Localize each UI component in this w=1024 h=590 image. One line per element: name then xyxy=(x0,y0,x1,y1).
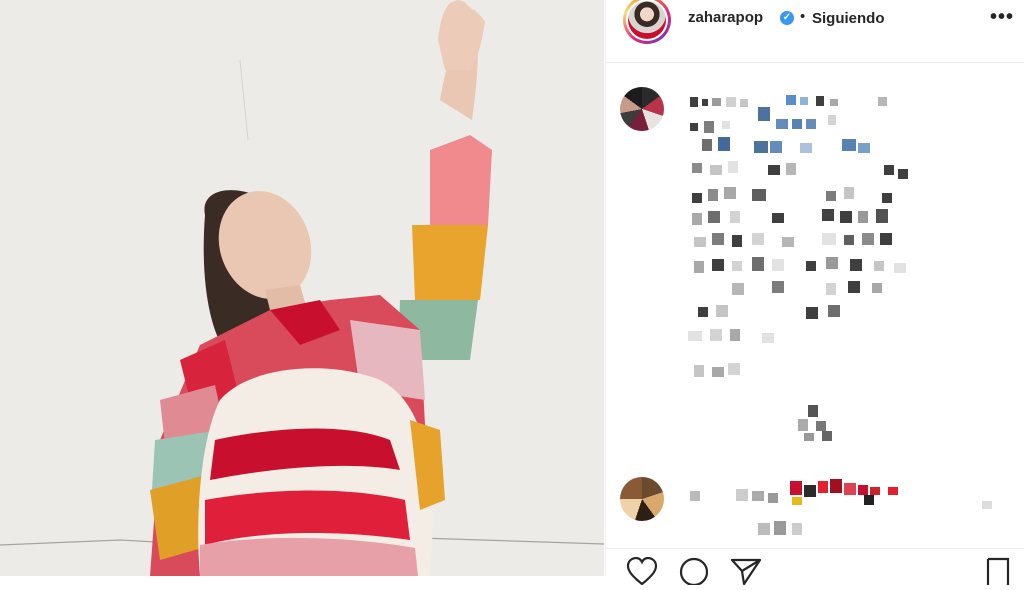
photo-illustration xyxy=(0,0,604,576)
obscured-caption-tail xyxy=(796,403,836,443)
separator-dot: • xyxy=(800,8,806,25)
heart-icon[interactable] xyxy=(626,556,658,590)
share-icon[interactable] xyxy=(730,557,762,590)
bookmark-icon[interactable] xyxy=(984,557,1012,590)
story-ring[interactable] xyxy=(623,0,671,44)
username-link[interactable]: zaharapop xyxy=(688,9,763,26)
pixelated-text-graphic xyxy=(688,95,908,377)
verified-badge-icon: ✓ xyxy=(780,11,794,25)
avatar-image xyxy=(628,1,666,39)
post-header: zaharapop ✓ • Siguiendo ••• xyxy=(606,0,1024,63)
post-side-panel: zaharapop ✓ • Siguiendo ••• xyxy=(605,0,1024,587)
post-actions-bar xyxy=(606,548,1024,587)
follow-status-button[interactable]: Siguiendo xyxy=(812,10,885,27)
more-options-icon[interactable]: ••• xyxy=(990,6,1014,29)
post-photo[interactable] xyxy=(0,0,604,576)
pixelated-text-graphic xyxy=(798,405,832,441)
obscured-caption-text xyxy=(688,93,928,393)
comment-avatar[interactable] xyxy=(620,87,664,131)
obscured-comment-text xyxy=(688,475,1008,543)
comment-avatar[interactable] xyxy=(620,477,664,521)
pixelated-text-graphic xyxy=(690,479,992,535)
comments-section xyxy=(606,63,1024,543)
avatar[interactable] xyxy=(626,0,668,41)
comment-icon[interactable] xyxy=(678,557,710,590)
